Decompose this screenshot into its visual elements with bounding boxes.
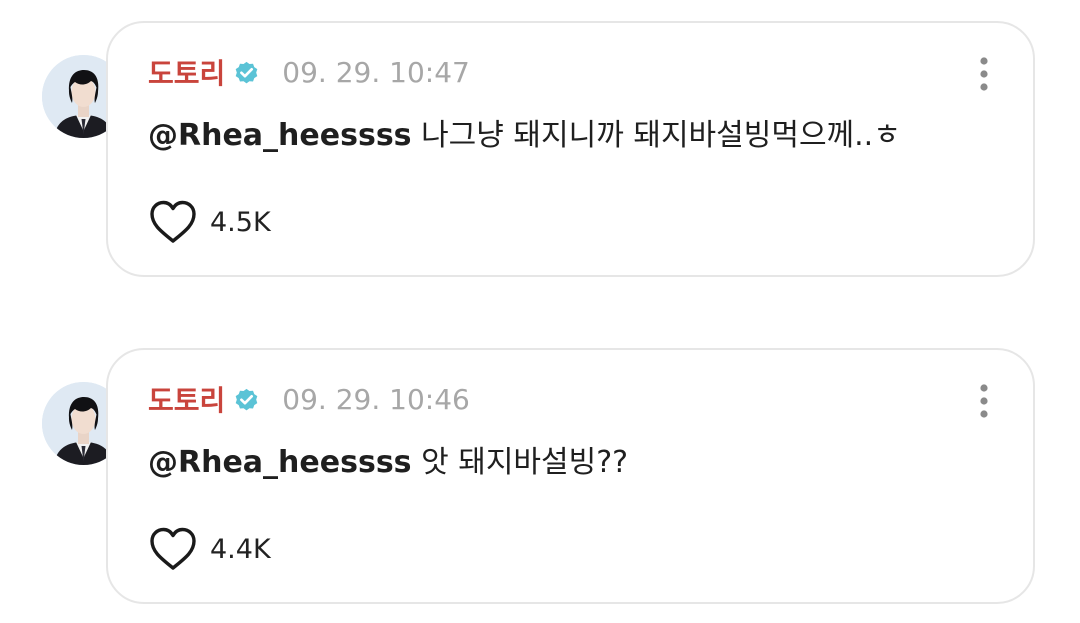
more-vertical-icon[interactable] (974, 383, 994, 419)
heart-icon[interactable] (148, 199, 198, 245)
mention-link[interactable]: @Rhea_heessss (148, 118, 412, 153)
author-name[interactable]: 도토리 (148, 52, 225, 92)
like-row: 4.4K (148, 525, 271, 573)
post-body: 앗 돼지바설빙?? (421, 445, 629, 480)
verified-badge-icon (233, 386, 260, 413)
post-text: @Rhea_heessss 앗 돼지바설빙?? (148, 437, 628, 481)
mention-link[interactable]: @Rhea_heessss (148, 445, 412, 480)
author-name[interactable]: 도토리 (148, 379, 225, 419)
verified-badge-icon (233, 59, 260, 86)
like-row: 4.5K (148, 198, 271, 246)
post-timestamp: 09. 29. 10:47 (282, 55, 470, 89)
post-timestamp: 09. 29. 10:46 (282, 382, 470, 416)
post-header: 도토리 09. 29. 10:47 (148, 52, 470, 92)
like-count: 4.4K (210, 533, 271, 565)
post-card: 도토리 09. 29. 10:46 @Rhea_heessss 앗 돼지바설빙?… (0, 327, 1080, 607)
post-card: 도토리 09. 29. 10:47 @Rhea_heessss 나그냥 돼지니까… (0, 0, 1080, 280)
message-feed: 도토리 09. 29. 10:47 @Rhea_heessss 나그냥 돼지니까… (0, 0, 1080, 623)
more-vertical-icon[interactable] (974, 56, 994, 92)
post-text: @Rhea_heessss 나그냥 돼지니까 돼지바설빙먹으께..ㅎ (148, 110, 901, 154)
post-body: 나그냥 돼지니까 돼지바설빙먹으께..ㅎ (421, 118, 901, 153)
like-count: 4.5K (210, 206, 271, 238)
post-header: 도토리 09. 29. 10:46 (148, 379, 470, 419)
heart-icon[interactable] (148, 526, 198, 572)
